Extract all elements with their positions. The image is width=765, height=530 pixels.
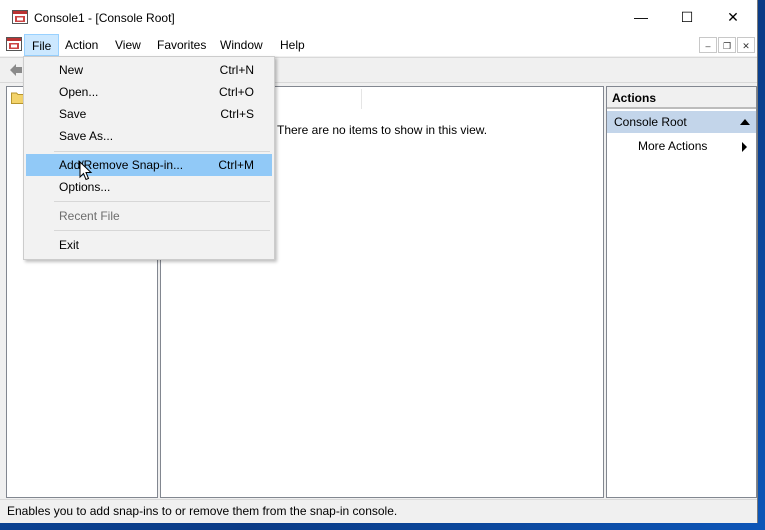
menu-separator [54,230,270,231]
status-text: Enables you to add snap-ins to or remove… [7,504,398,518]
menu-item-shortcut: Ctrl+O [218,85,254,99]
child-minimize-button[interactable]: – [699,37,717,53]
more-actions-item[interactable]: More Actions [638,137,707,155]
menu-item-shortcut: Ctrl+M [218,158,254,172]
file-menu-dropdown: New Ctrl+N Open... Ctrl+O Save Ctrl+S Sa… [23,56,275,260]
empty-view-message: There are no items to show in this view. [277,123,488,137]
chevron-right-icon [742,142,747,152]
menu-item-recent-file: Recent File [26,205,272,227]
menu-favorites[interactable]: Favorites [150,34,213,56]
menu-separator [54,201,270,202]
menu-file[interactable]: File [24,34,60,56]
console-root-icon[interactable] [6,37,22,51]
status-bar: Enables you to add snap-ins to or remove… [0,499,757,523]
back-arrow-icon[interactable] [8,62,24,78]
menu-view[interactable]: View [108,34,148,56]
menu-item-save-as[interactable]: Save As... [26,125,272,147]
menu-item-label: Add/Remove Snap-in... [59,158,184,172]
child-close-button[interactable]: ✕ [737,37,755,53]
menu-item-exit[interactable]: Exit [26,234,272,256]
menu-item-label: Save As... [59,129,114,143]
menu-item-shortcut: Ctrl+S [220,107,254,121]
menu-item-label: Recent File [59,209,120,223]
menu-action[interactable]: Action [58,34,105,56]
actions-pane: Actions Console Root More Actions [606,86,757,498]
menu-item-label: Open... [59,85,99,99]
close-button[interactable]: ✕ [710,0,756,34]
window-title: Console1 - [Console Root] [34,11,175,25]
menu-item-add-remove-snap-in[interactable]: Add/Remove Snap-in... Ctrl+M [26,154,272,176]
menu-item-label: Save [59,107,87,121]
menu-help[interactable]: Help [273,34,312,56]
actions-title: Actions [607,87,756,109]
console-root-label: Console Root [614,115,687,129]
menu-item-new[interactable]: New Ctrl+N [26,59,272,81]
menu-item-options[interactable]: Options... [26,176,272,198]
menu-window[interactable]: Window [213,34,270,56]
collapse-up-icon[interactable] [740,119,750,125]
title-bar[interactable]: Console1 - [Console Root] — ☐ ✕ [0,0,757,34]
menu-separator [54,151,270,152]
menu-item-label: Exit [59,238,80,252]
minimize-button[interactable]: — [618,0,664,34]
maximize-button[interactable]: ☐ [664,0,710,34]
menu-item-save[interactable]: Save Ctrl+S [26,103,272,125]
console-root-section[interactable]: Console Root [607,111,756,133]
mouse-pointer-icon [79,161,93,181]
child-restore-button[interactable]: ❐ [718,37,736,53]
menu-bar: File Action View Favorites Window Help –… [0,34,757,56]
menu-item-label: New [59,63,84,77]
mmc-app-icon [12,10,28,24]
menu-item-shortcut: Ctrl+N [219,63,254,77]
column-divider[interactable] [361,89,362,109]
menu-item-open[interactable]: Open... Ctrl+O [26,81,272,103]
